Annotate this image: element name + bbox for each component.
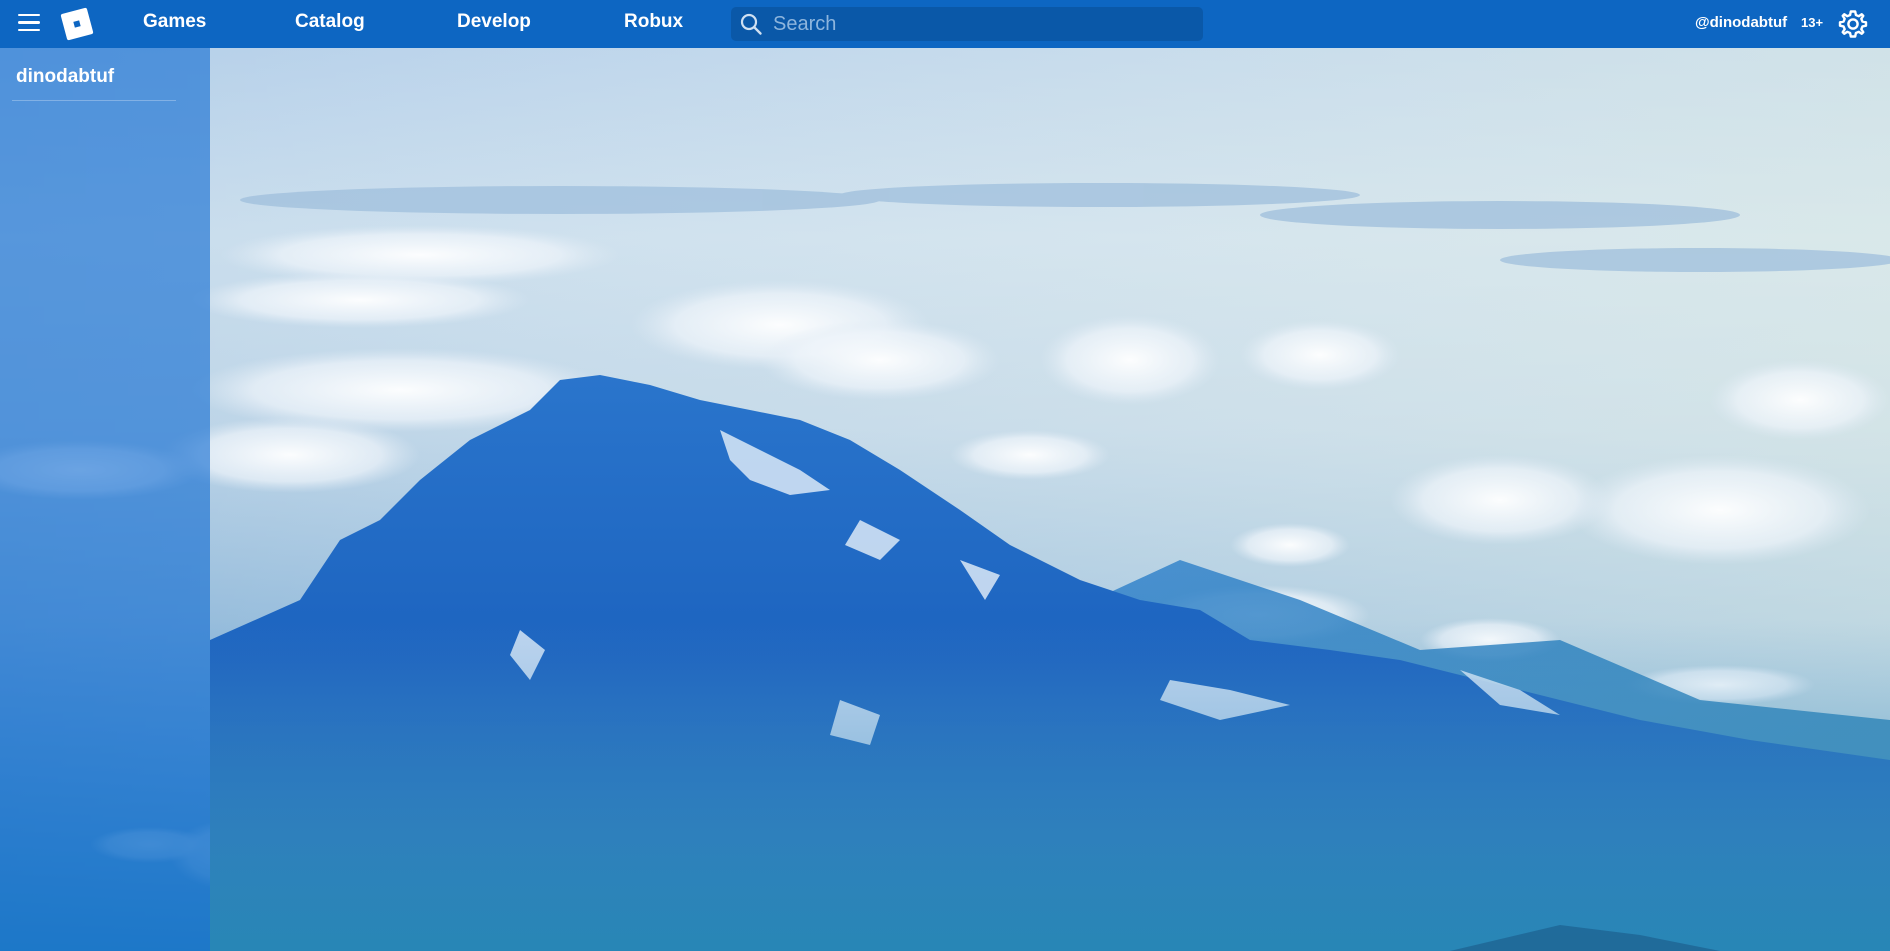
sidebar-username-link[interactable]: dinodabtuf bbox=[16, 66, 114, 88]
nav-link-catalog[interactable]: Catalog bbox=[295, 10, 365, 34]
search-input[interactable] bbox=[763, 8, 1203, 40]
page: Games Catalog Develop Robux @dinodabtuf … bbox=[0, 0, 1890, 951]
roblox-logo[interactable] bbox=[59, 6, 95, 42]
search-bar bbox=[731, 7, 1203, 41]
nav-link-develop[interactable]: Develop bbox=[457, 10, 531, 34]
mountain-landscape-image bbox=[0, 0, 1890, 951]
gear-icon[interactable] bbox=[1838, 9, 1868, 39]
left-sidebar: dinodabtuf bbox=[0, 48, 210, 951]
search-icon[interactable] bbox=[739, 12, 763, 36]
nav-link-games[interactable]: Games bbox=[143, 10, 206, 34]
background-wallpaper bbox=[0, 0, 1890, 951]
user-handle-link[interactable]: @dinodabtuf bbox=[1695, 14, 1787, 31]
sidebar-divider bbox=[12, 100, 176, 101]
top-navigation-bar: Games Catalog Develop Robux @dinodabtuf … bbox=[0, 0, 1890, 48]
age-rating-badge: 13+ bbox=[1801, 15, 1824, 30]
nav-link-robux[interactable]: Robux bbox=[624, 10, 683, 34]
hamburger-menu-icon[interactable] bbox=[18, 14, 40, 32]
